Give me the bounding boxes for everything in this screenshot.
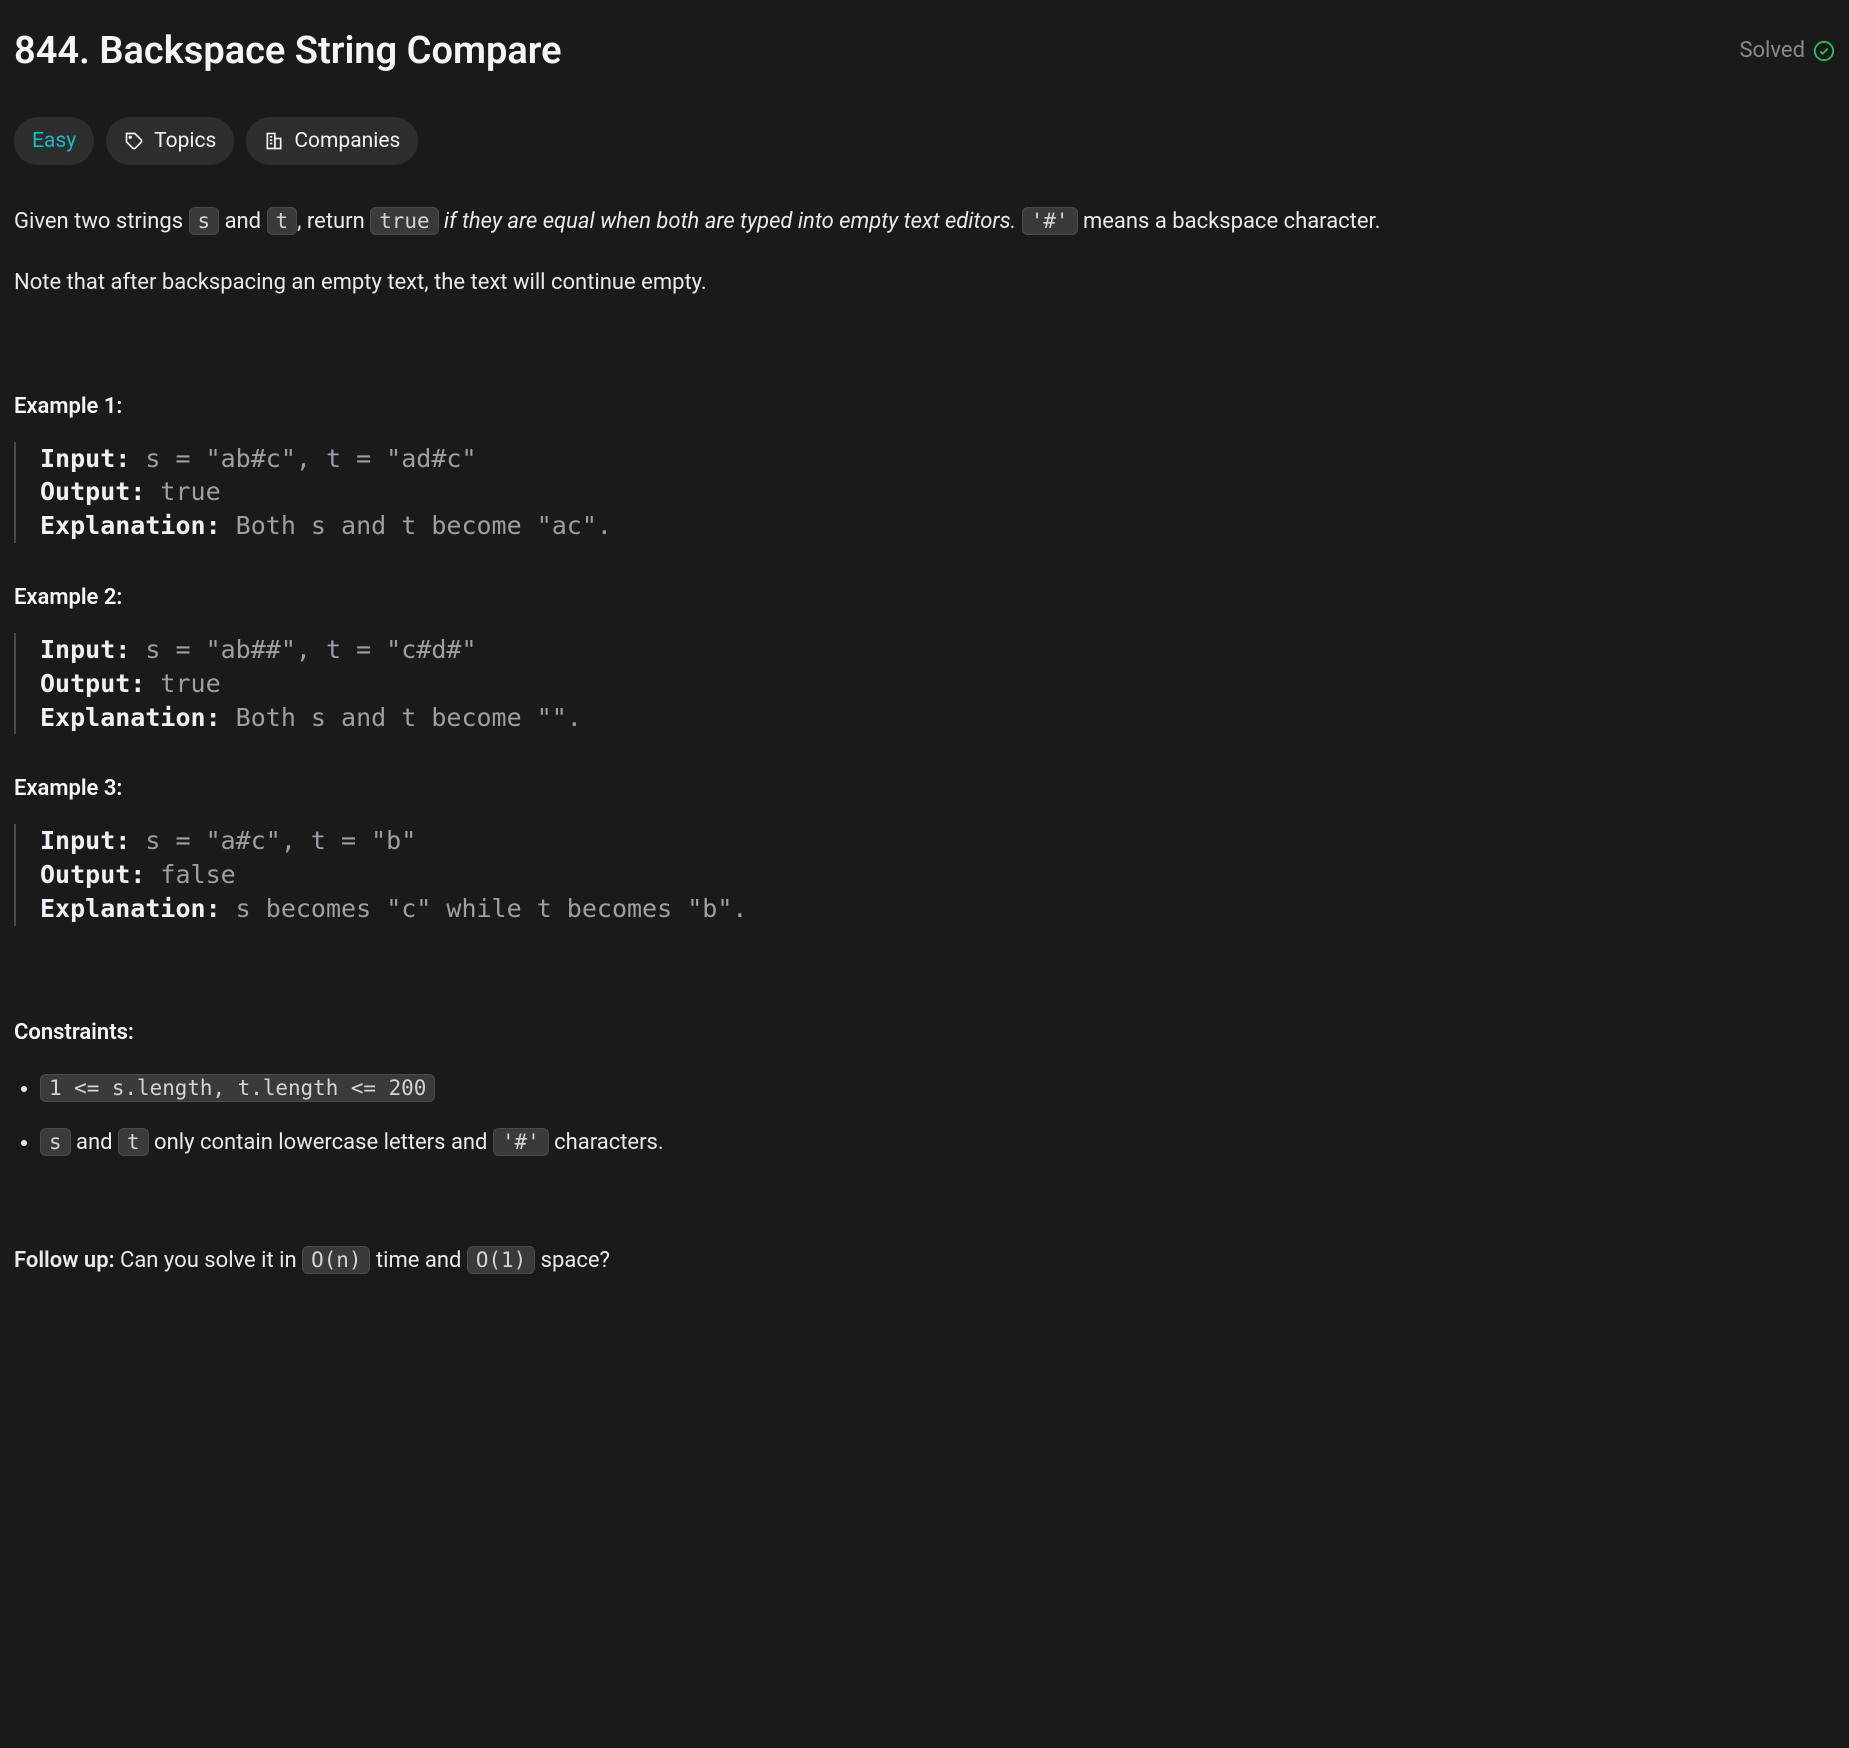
- explanation-label: Explanation:: [40, 894, 221, 923]
- companies-label: Companies: [294, 125, 400, 158]
- check-circle-icon: [1813, 40, 1835, 62]
- constraint-2-s: s: [40, 1128, 71, 1156]
- explanation-label: Explanation:: [40, 511, 221, 540]
- example-3-block: Input: s = "a#c", t = "b" Output: false …: [14, 824, 1835, 925]
- constraint-1-code: 1 <= s.length, t.length <= 200: [40, 1074, 435, 1102]
- problem-description-1: Given two strings s and t, return true i…: [14, 205, 1835, 239]
- constraint-2-t: t: [118, 1128, 149, 1156]
- output-label: Output:: [40, 477, 145, 506]
- constraints-title: Constraints:: [14, 1016, 1835, 1050]
- constraint-1: 1 <= s.length, t.length <= 200: [40, 1072, 1835, 1106]
- title-row: 844. Backspace String Compare Solved: [14, 22, 1835, 81]
- code-true: true: [370, 207, 438, 235]
- code-hash: '#': [1022, 207, 1078, 235]
- example-3-label: Example 3:: [14, 772, 1835, 806]
- problem-description-2: Note that after backspacing an empty tex…: [14, 266, 1835, 300]
- topics-label: Topics: [154, 125, 216, 158]
- output-label: Output:: [40, 860, 145, 889]
- example-1-block: Input: s = "ab#c", t = "ad#c" Output: tr…: [14, 442, 1835, 543]
- tag-icon: [124, 131, 144, 151]
- output-label: Output:: [40, 669, 145, 698]
- example-3-explanation: s becomes "c" while t becomes "b".: [221, 894, 748, 923]
- example-3-output: false: [145, 860, 235, 889]
- followup-label: Follow up:: [14, 1248, 115, 1273]
- example-1-label: Example 1:: [14, 390, 1835, 424]
- example-2-explanation: Both s and t become "".: [221, 703, 582, 732]
- explanation-label: Explanation:: [40, 703, 221, 732]
- code-o1: O(1): [467, 1246, 535, 1274]
- example-1-input: s = "ab#c", t = "ad#c": [130, 444, 476, 473]
- constraints-list: 1 <= s.length, t.length <= 200 s and t o…: [14, 1072, 1835, 1160]
- solved-label: Solved: [1739, 34, 1805, 68]
- example-2-input: s = "ab##", t = "c#d#": [130, 635, 476, 664]
- example-1-output: true: [145, 477, 220, 506]
- companies-chip[interactable]: Companies: [246, 117, 418, 166]
- example-3-input: s = "a#c", t = "b": [130, 826, 416, 855]
- building-icon: [264, 131, 284, 151]
- solved-status: Solved: [1739, 34, 1835, 68]
- input-label: Input:: [40, 444, 130, 473]
- constraint-2: s and t only contain lowercase letters a…: [40, 1126, 1835, 1160]
- constraint-2-hash: '#': [493, 1128, 549, 1156]
- code-s: s: [189, 207, 220, 235]
- code-on: O(n): [302, 1246, 370, 1274]
- example-1-explanation: Both s and t become "ac".: [221, 511, 612, 540]
- example-2-block: Input: s = "ab##", t = "c#d#" Output: tr…: [14, 633, 1835, 734]
- italic-clause: if they are equal when both are typed in…: [439, 209, 1017, 234]
- input-label: Input:: [40, 635, 130, 664]
- topics-chip[interactable]: Topics: [106, 117, 234, 166]
- input-label: Input:: [40, 826, 130, 855]
- difficulty-chip[interactable]: Easy: [14, 117, 94, 166]
- followup: Follow up: Can you solve it in O(n) time…: [14, 1244, 1835, 1278]
- example-2-output: true: [145, 669, 220, 698]
- example-2-label: Example 2:: [14, 581, 1835, 615]
- problem-title: 844. Backspace String Compare: [14, 22, 562, 81]
- code-t: t: [267, 207, 298, 235]
- chip-row: Easy Topics Companies: [14, 117, 1835, 166]
